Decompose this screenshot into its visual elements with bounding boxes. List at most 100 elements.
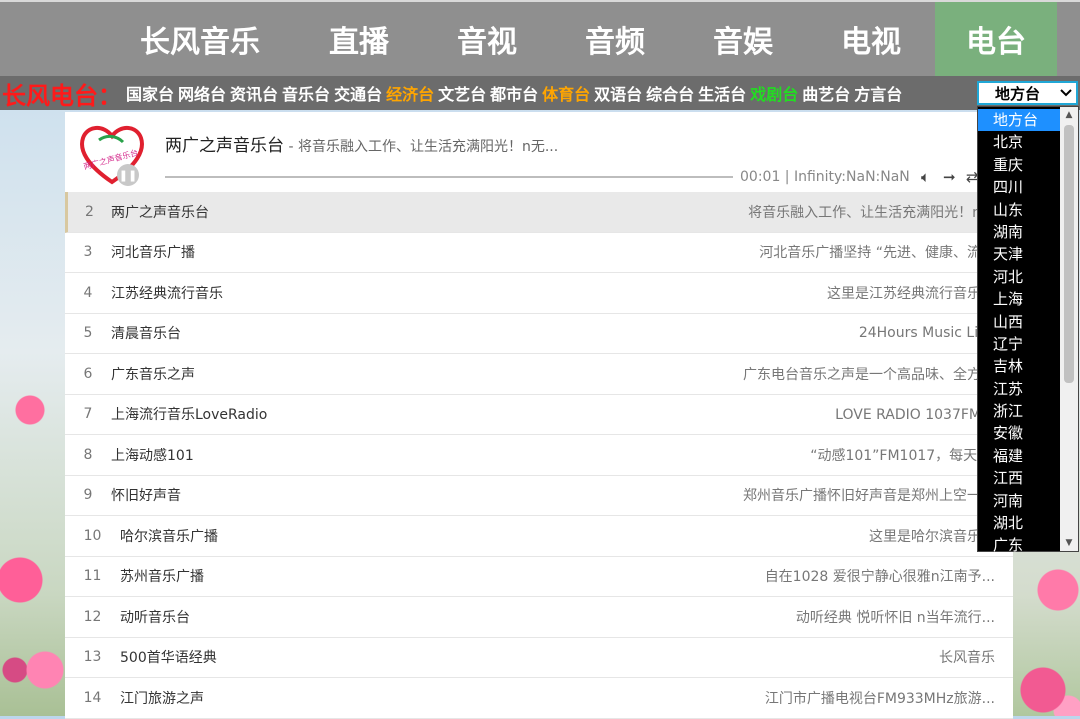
station-row[interactable]: 3 河北音乐广播 河北音乐广播坚持 “先进、健康、流行 — [65, 233, 1013, 273]
station-name: 上海动感101 — [111, 447, 194, 464]
pause-button[interactable]: ❚❚ — [117, 164, 139, 186]
station-row[interactable]: 7 上海流行音乐LoveRadio LOVE RADIO 1037FM是 — [65, 395, 1013, 435]
station-row[interactable]: 13 500首华语经典 长风音乐 — [65, 638, 1013, 678]
channel-link[interactable]: 都市台 — [490, 81, 538, 105]
station-description: 自在1028 爱很宁静心很雅n江南予... — [764, 569, 995, 586]
station-number: 2 — [85, 203, 94, 220]
dropdown-option[interactable]: 河南 — [978, 490, 1060, 512]
dropdown-option[interactable]: 河北 — [978, 266, 1060, 288]
nav-item-av[interactable]: 音视 — [423, 2, 551, 76]
dropdown-option[interactable]: 辽宁 — [978, 333, 1060, 355]
channel-link[interactable]: 交通台 — [334, 81, 382, 105]
audio-player: 两广之声音乐台 ❚❚ 两广之声音乐台 - 将音乐融入工作、让生活充满阳光！n无.… — [65, 112, 1013, 193]
station-name: 江门旅游之声 — [120, 690, 204, 707]
dropdown-option[interactable]: 山西 — [978, 311, 1060, 333]
nav-item-live[interactable]: 直播 — [295, 2, 423, 76]
station-list: 2 两广之声音乐台 将音乐融入工作、让生活充满阳光！n无 3 河北音乐广播 河北音乐广播坚… — [65, 192, 1013, 719]
station-description: 动听经典 悦听怀旧 n当年流行... — [795, 609, 995, 626]
scroll-down-icon[interactable]: ▼ — [1060, 535, 1078, 551]
dropdown-option[interactable]: 天津 — [978, 243, 1060, 265]
channel-link[interactable]: 文艺台 — [438, 81, 486, 105]
station-description: “动感101”FM1017，每天20 — [810, 447, 995, 464]
channel-link[interactable]: 国家台 — [126, 81, 174, 105]
region-select-value: 地方台 — [995, 84, 1041, 103]
station-row[interactable]: 10 哈尔滨音乐广播 这里是哈尔滨音乐广 — [65, 516, 1013, 557]
dropdown-option[interactable]: 四川 — [978, 176, 1060, 198]
dropdown-option[interactable]: 湖北 — [978, 512, 1060, 534]
nav-item-radio[interactable]: 电台 — [935, 2, 1057, 76]
station-number: 5 — [83, 325, 93, 342]
station-number: 14 — [83, 689, 102, 706]
region-select[interactable]: 地方台 — [977, 81, 1078, 105]
station-row[interactable]: 11 苏州音乐广播 自在1028 爱很宁静心很雅n江南予... — [65, 557, 1013, 597]
dropdown-scrollbar[interactable]: ▲ ▼ — [1060, 107, 1078, 551]
scroll-up-icon[interactable]: ▲ — [1060, 107, 1078, 123]
station-name: 河北音乐广播 — [111, 245, 195, 262]
channel-link[interactable]: 曲艺台 — [802, 81, 850, 105]
station-number: 3 — [83, 244, 93, 261]
station-name: 500首华语经典 — [120, 650, 217, 667]
station-name: 哈尔滨音乐广播 — [120, 528, 218, 545]
channel-link[interactable]: 综合台 — [646, 81, 694, 105]
station-description: LOVE RADIO 1037FM是 — [835, 407, 995, 424]
progress-bar[interactable] — [165, 176, 733, 178]
chevron-down-icon — [1060, 89, 1072, 97]
station-row[interactable]: 9 怀旧好声音 郑州音乐广播怀旧好声音是郑州上空一家 — [65, 476, 1013, 516]
station-number: 6 — [83, 365, 93, 382]
station-row[interactable]: 6 广东音乐之声 广东电台音乐之声是一个高品味、全方位 — [65, 354, 1013, 395]
dropdown-option[interactable]: 吉林 — [978, 355, 1060, 377]
station-description: 河北音乐广播坚持 “先进、健康、流行 — [759, 245, 995, 262]
brand-label: 长风电台： — [2, 81, 122, 110]
station-row[interactable]: 5 清晨音乐台 24Hours Music Live — [65, 314, 1013, 354]
channel-bar: 长风电台： 国家台 网络台 资讯台 音乐台 交通台 经济台 文艺台 都市台 体育… — [0, 76, 1080, 110]
station-number: 9 — [83, 487, 93, 504]
station-number: 13 — [83, 649, 102, 666]
dropdown-option[interactable]: 北京 — [978, 131, 1060, 153]
nav-item-entertainment[interactable]: 音娱 — [679, 2, 807, 76]
dropdown-option[interactable]: 地方台 — [978, 109, 1060, 132]
dropdown-option[interactable]: 广东 — [978, 534, 1060, 556]
station-row[interactable]: 4 江苏经典流行音乐 这里是江苏经典流行音乐台 — [65, 273, 1013, 314]
dropdown-option[interactable]: 安徽 — [978, 422, 1060, 444]
station-name: 江苏经典流行音乐 — [111, 285, 223, 302]
station-name: 清晨音乐台 — [111, 326, 181, 343]
dropdown-option[interactable]: 上海 — [978, 288, 1060, 310]
nav-item-music[interactable]: 长风音乐 — [105, 2, 295, 76]
channel-link[interactable]: 生活台 — [698, 81, 746, 105]
channel-link[interactable]: 戏剧台 — [750, 81, 798, 105]
station-name: 广东音乐之声 — [111, 366, 195, 383]
station-row[interactable]: 12 动听音乐台 动听经典 悦听怀旧 n当年流行... — [65, 597, 1013, 638]
next-arrow-icon[interactable]: ➞ — [943, 168, 956, 186]
station-number: 12 — [83, 608, 102, 625]
region-dropdown-list: 地方台 北京 重庆 四川 山东 湖南 天津 河北 上海 山西 辽宁 吉林 江苏 浙江 安徽 福建 江西 河南 湖北广… — [977, 106, 1079, 554]
nav-item-audio[interactable]: 音频 — [551, 2, 679, 76]
station-number: 7 — [83, 406, 93, 423]
background-flowers-left — [0, 110, 70, 716]
channel-link[interactable]: 经济台 — [386, 81, 434, 105]
dropdown-option[interactable]: 重庆 — [978, 154, 1060, 176]
channel-link[interactable]: 体育台 — [542, 81, 590, 105]
volume-icon[interactable]: 🔈︎ — [921, 168, 930, 186]
dropdown-options: 地方台 北京 重庆 四川 山东 湖南 天津 河北 上海 山西 辽宁 吉林 江苏 浙江 安徽 福建 江西 河南 湖北广… — [978, 107, 1060, 554]
dropdown-option[interactable]: 江苏 — [978, 378, 1060, 400]
dropdown-option[interactable]: 浙江 — [978, 400, 1060, 422]
pause-icon: ❚❚ — [118, 168, 138, 182]
nav-item-tv[interactable]: 电视 — [807, 2, 935, 76]
dropdown-option[interactable]: 山东 — [978, 199, 1060, 221]
scrollbar-thumb[interactable] — [1064, 125, 1074, 383]
channel-link[interactable]: 网络台 — [178, 81, 226, 105]
station-row[interactable]: 14 江门旅游之声 江门市广播电视台FM933MHz旅游... — [65, 678, 1013, 719]
channel-link[interactable]: 音乐台 — [282, 81, 330, 105]
station-row[interactable]: 2 两广之声音乐台 将音乐融入工作、让生活充满阳光！n无 — [65, 192, 1013, 233]
dropdown-option[interactable]: 湖南 — [978, 221, 1060, 243]
dropdown-option[interactable]: 福建 — [978, 445, 1060, 467]
channel-link[interactable]: 方言台 — [854, 81, 902, 105]
station-name: 两广之声音乐台 — [111, 204, 209, 221]
channel-link[interactable]: 双语台 — [594, 81, 642, 105]
station-description: 江门市广播电视台FM933MHz旅游... — [764, 690, 995, 707]
dropdown-option[interactable]: 江西 — [978, 467, 1060, 489]
station-number: 4 — [83, 284, 93, 301]
station-row[interactable]: 8 上海动感101 “动感101”FM1017，每天20 — [65, 435, 1013, 476]
channel-link[interactable]: 资讯台 — [230, 81, 278, 105]
